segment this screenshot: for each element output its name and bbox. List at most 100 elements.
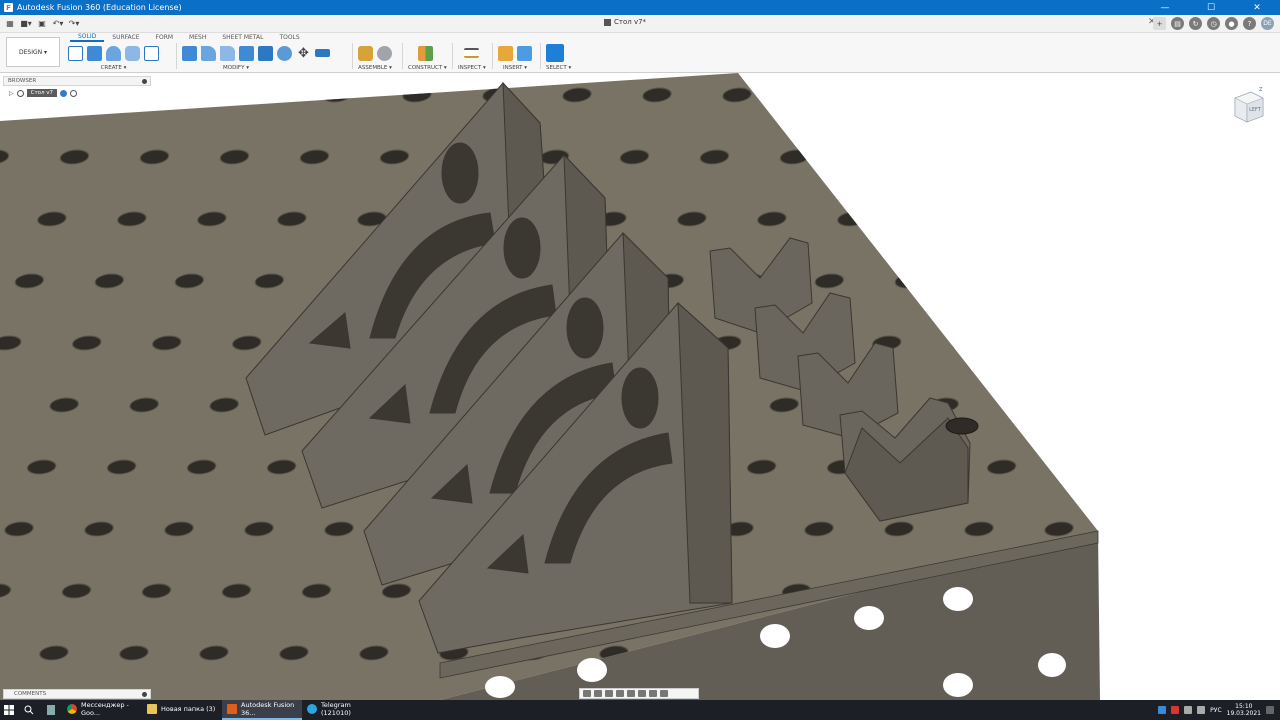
maximize-icon[interactable]: ☐ bbox=[1188, 0, 1234, 15]
job-status-icon[interactable]: ◷ bbox=[1207, 17, 1220, 30]
document-tab[interactable]: Стол v7* bbox=[604, 18, 646, 26]
tab-tools[interactable]: TOOLS bbox=[271, 33, 307, 42]
tab-mesh[interactable]: MESH bbox=[181, 33, 214, 42]
shell-icon[interactable] bbox=[239, 45, 254, 61]
viewcube-axis-label: Z bbox=[1259, 87, 1263, 93]
user-avatar[interactable]: DE bbox=[1261, 17, 1274, 30]
assemble-menu[interactable]: ASSEMBLE ▾ bbox=[358, 65, 392, 71]
measure-icon[interactable] bbox=[464, 48, 479, 58]
display-settings-icon[interactable] bbox=[638, 690, 646, 697]
viewports-icon[interactable] bbox=[660, 690, 668, 697]
tab-form[interactable]: FORM bbox=[148, 33, 182, 42]
ribbon-tabs: SOLID SURFACE FORM MESH SHEET METAL TOOL… bbox=[70, 33, 308, 42]
root-component-label[interactable]: Стол v7 bbox=[26, 89, 58, 97]
tray-app-icon[interactable] bbox=[1158, 706, 1167, 714]
browser-root-item[interactable]: ▷ Стол v7 bbox=[9, 89, 78, 97]
redo-icon[interactable]: ↷▾ bbox=[67, 17, 81, 30]
taskbar-item-chrome[interactable]: Мессенджер - Goo... bbox=[62, 700, 142, 720]
create-sketch-icon[interactable] bbox=[68, 45, 83, 61]
expand-triangle-icon[interactable]: ▷ bbox=[9, 90, 14, 97]
toolbar-divider bbox=[452, 43, 453, 69]
search-icon[interactable] bbox=[18, 700, 40, 720]
select-menu[interactable]: SELECT ▾ bbox=[546, 65, 571, 71]
modify-menu[interactable]: MODIFY ▾ bbox=[142, 65, 330, 71]
taskbar-item-telegram[interactable]: Telegram (121010) bbox=[302, 700, 382, 720]
inspect-menu[interactable]: INSPECT ▾ bbox=[458, 65, 486, 71]
target-icon[interactable] bbox=[70, 89, 78, 97]
offset-face-icon[interactable] bbox=[277, 45, 292, 61]
browser-title: BROWSER bbox=[8, 78, 37, 84]
notifications-icon[interactable]: ● bbox=[1225, 17, 1238, 30]
move-icon[interactable]: ✥ bbox=[296, 46, 311, 61]
extensions-icon[interactable]: ▤ bbox=[1171, 17, 1184, 30]
comments-panel-header[interactable]: COMMENTS bbox=[3, 689, 151, 699]
offset-plane-icon[interactable] bbox=[418, 45, 433, 61]
joint-icon[interactable] bbox=[377, 45, 392, 61]
new-tab-icon[interactable]: + bbox=[1153, 17, 1166, 30]
combine-icon[interactable] bbox=[258, 45, 273, 61]
comments-title: COMMENTS bbox=[14, 691, 47, 697]
fusion-app-icon: F bbox=[4, 3, 13, 12]
navigation-bar bbox=[579, 688, 699, 699]
tab-solid[interactable]: SOLID bbox=[70, 33, 105, 42]
insert-derive-icon[interactable] bbox=[498, 45, 513, 61]
system-clock[interactable]: 15:10 19.03.2021 bbox=[1227, 703, 1261, 717]
fillet-icon[interactable] bbox=[201, 45, 216, 61]
orbit-icon[interactable] bbox=[583, 690, 591, 697]
table-hole-dark bbox=[945, 417, 979, 435]
fit-icon[interactable] bbox=[627, 690, 635, 697]
windows-start-icon[interactable] bbox=[0, 700, 18, 720]
folder-icon bbox=[147, 704, 157, 714]
construct-menu[interactable]: CONSTRUCT ▾ bbox=[408, 65, 447, 71]
toolbar-divider bbox=[402, 43, 403, 69]
side-hole bbox=[943, 587, 973, 611]
browser-pin-icon[interactable] bbox=[142, 79, 147, 84]
help-icon[interactable]: ? bbox=[1243, 17, 1256, 30]
3d-viewport[interactable] bbox=[0, 73, 1280, 700]
quick-access-bar: ▦ ■▾ ▣ ↶▾ ↷▾ Стол v7* ✕ + ▤ ↻ ◷ ● ? DE bbox=[0, 15, 1280, 33]
pattern-icon[interactable] bbox=[144, 45, 159, 61]
data-panel-icon[interactable]: ↻ bbox=[1189, 17, 1202, 30]
notifications-center-icon[interactable] bbox=[1266, 706, 1274, 714]
side-hole bbox=[485, 676, 515, 698]
taskbar-item-folder[interactable]: Новая папка (3) bbox=[142, 700, 222, 720]
undo-icon[interactable]: ↶▾ bbox=[51, 17, 65, 30]
system-tray: РУС 15:10 19.03.2021 bbox=[1158, 700, 1280, 720]
look-at-icon[interactable] bbox=[594, 690, 602, 697]
close-icon[interactable]: ✕ bbox=[1234, 0, 1280, 15]
workspace-switcher[interactable]: DESIGN ▾ bbox=[6, 37, 60, 67]
pan-icon[interactable] bbox=[605, 690, 613, 697]
tray-volume-icon[interactable] bbox=[1197, 706, 1206, 714]
revolve-icon[interactable] bbox=[106, 45, 121, 61]
insert-canvas-icon[interactable] bbox=[517, 45, 532, 61]
activate-icon[interactable] bbox=[60, 89, 68, 97]
tab-surface[interactable]: SURFACE bbox=[104, 33, 147, 42]
side-hole bbox=[577, 658, 607, 682]
visibility-eye-icon[interactable] bbox=[16, 89, 24, 97]
minimize-icon[interactable]: — bbox=[1142, 0, 1188, 15]
new-component-icon[interactable] bbox=[358, 45, 373, 61]
comments-add-icon[interactable] bbox=[142, 692, 147, 697]
viewcube[interactable]: LEFT Z bbox=[1229, 86, 1269, 126]
tray-network-icon[interactable] bbox=[1184, 706, 1193, 714]
tab-sheet-metal[interactable]: SHEET METAL bbox=[214, 33, 271, 42]
save-icon[interactable]: ▣ bbox=[35, 17, 49, 30]
browser-panel-header[interactable]: BROWSER bbox=[3, 76, 151, 86]
insert-menu[interactable]: INSERT ▾ bbox=[498, 65, 532, 71]
grid-settings-icon[interactable] bbox=[649, 690, 657, 697]
chamfer-icon[interactable] bbox=[220, 45, 235, 61]
file-menu-icon[interactable]: ■▾ bbox=[19, 17, 33, 30]
select-arrow-icon[interactable] bbox=[546, 44, 564, 62]
fusion-window: F Autodesk Fusion 360 (Education License… bbox=[0, 0, 1280, 720]
align-icon[interactable] bbox=[315, 49, 330, 57]
grid-menu-icon[interactable]: ▦ bbox=[3, 17, 17, 30]
tray-antivirus-icon[interactable] bbox=[1171, 706, 1180, 714]
press-pull-icon[interactable] bbox=[182, 45, 197, 61]
calculator-icon[interactable] bbox=[40, 700, 62, 720]
side-hole bbox=[943, 673, 973, 697]
hole-icon[interactable] bbox=[125, 45, 140, 61]
extrude-icon[interactable] bbox=[87, 45, 102, 61]
keyboard-language[interactable]: РУС bbox=[1210, 707, 1221, 714]
zoom-icon[interactable] bbox=[616, 690, 624, 697]
taskbar-item-fusion[interactable]: Autodesk Fusion 36... bbox=[222, 700, 302, 720]
